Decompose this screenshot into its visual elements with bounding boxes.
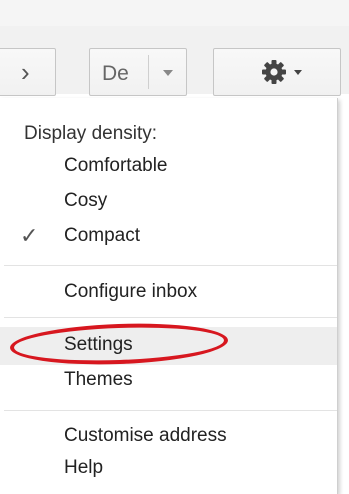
menu-item-compact[interactable]: Compact	[64, 224, 140, 248]
menu-item-hover-highlight	[0, 327, 337, 365]
menu-item-cosy[interactable]: Cosy	[64, 189, 107, 213]
next-page-button[interactable]: ›	[0, 48, 56, 96]
gear-icon	[262, 60, 286, 84]
gmail-settings-menu-screen: › De Display density: Comfortable Cosy ✓…	[0, 0, 349, 494]
menu-item-themes[interactable]: Themes	[64, 368, 133, 392]
density-dropdown-button[interactable]: De	[89, 48, 187, 96]
top-strip	[0, 0, 349, 26]
density-button-divider	[148, 55, 149, 89]
display-density-header: Display density:	[24, 123, 158, 144]
settings-gear-button[interactable]	[213, 48, 341, 96]
caret-down-icon	[294, 70, 302, 75]
menu-item-comfortable[interactable]: Comfortable	[64, 154, 168, 178]
check-icon: ✓	[20, 223, 39, 248]
menu-item-settings[interactable]: Settings	[64, 333, 133, 357]
menu-item-help[interactable]: Help	[64, 456, 103, 480]
menu-divider	[4, 317, 337, 318]
menu-item-customise-address[interactable]: Customise address	[64, 424, 227, 448]
menu-item-configure-inbox[interactable]: Configure inbox	[64, 280, 197, 304]
menu-divider	[4, 410, 337, 411]
caret-down-icon	[163, 70, 173, 76]
menu-divider	[4, 265, 337, 266]
chevron-right-icon: ›	[21, 57, 30, 87]
density-button-label: De	[102, 62, 129, 85]
